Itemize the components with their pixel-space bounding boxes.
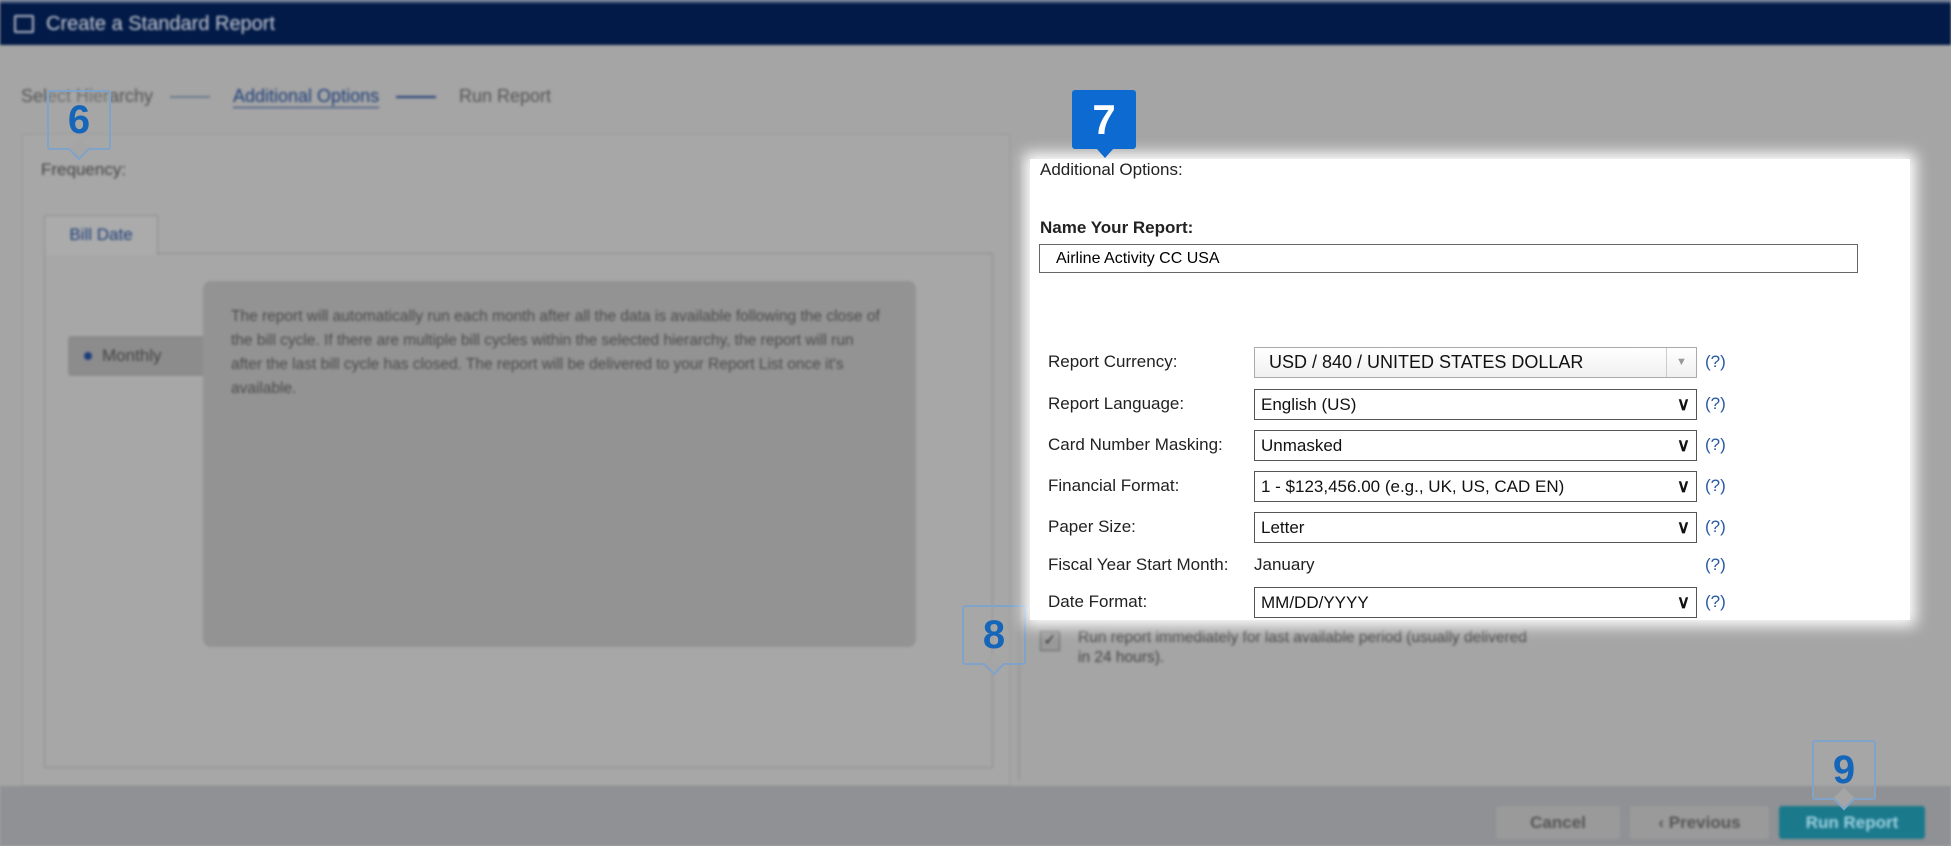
- callout-badge-9: 9: [1812, 740, 1876, 800]
- field-label: Date Format:: [1048, 592, 1148, 611]
- chevron-down-icon: ∨: [1676, 394, 1690, 414]
- divider: [1018, 160, 1020, 780]
- field-label: Financial Format:: [1048, 476, 1180, 495]
- step-arrow: [396, 96, 436, 98]
- field-label: Report Currency:: [1048, 352, 1178, 371]
- help-link[interactable]: (?): [1705, 555, 1726, 575]
- window-title: Create a Standard Report: [46, 13, 276, 35]
- additional-options-label: Additional Options:: [1040, 160, 1183, 179]
- name-report-label: Name Your Report:: [1040, 218, 1194, 237]
- help-link[interactable]: (?): [1705, 476, 1726, 496]
- step-arrow: [170, 96, 210, 98]
- field-label: Report Language:: [1048, 394, 1185, 413]
- select-value: MM/DD/YYYY: [1261, 593, 1369, 612]
- dropdown-arrow-icon: ▼: [1666, 348, 1696, 377]
- date-format-row: Date Format: MM/DD/YYYY ∨ (?): [1048, 587, 1748, 618]
- help-link[interactable]: (?): [1705, 435, 1726, 455]
- chevron-down-icon: ∨: [1676, 435, 1690, 455]
- radio-dot-icon: [84, 352, 92, 360]
- card-masking-select[interactable]: Unmasked ∨: [1254, 430, 1697, 461]
- frequency-info-tooltip: The report will automatically run each m…: [203, 281, 916, 647]
- select-value: Unmasked: [1261, 436, 1343, 455]
- cancel-button[interactable]: Cancel: [1496, 806, 1620, 839]
- select-value: Letter: [1261, 518, 1305, 537]
- chevron-down-icon: ∨: [1676, 476, 1690, 496]
- date-format-select[interactable]: MM/DD/YYYY ∨: [1254, 587, 1697, 618]
- report-currency-select[interactable]: USD / 840 / UNITED STATES DOLLAR ▼: [1254, 347, 1697, 378]
- field-label: Paper Size:: [1048, 517, 1136, 536]
- report-name-input[interactable]: Airline Activity CC USA: [1039, 244, 1858, 273]
- card-masking-row: Card Number Masking: Unmasked ∨ (?): [1048, 430, 1748, 461]
- callout-badge-8: 8: [962, 605, 1026, 665]
- help-link[interactable]: (?): [1705, 592, 1726, 612]
- callout-badge-6: 6: [47, 90, 111, 150]
- run-immediately-checkbox[interactable]: ✓: [1040, 631, 1060, 651]
- frequency-label: Frequency:: [41, 160, 127, 179]
- chevron-down-icon: ∨: [1676, 592, 1690, 612]
- window-titlebar: Create a Standard Report: [0, 0, 1951, 45]
- help-link[interactable]: (?): [1705, 352, 1726, 372]
- monthly-radio[interactable]: Monthly: [68, 336, 205, 376]
- report-icon: [14, 15, 34, 33]
- chevron-down-icon: ∨: [1676, 517, 1690, 537]
- financial-format-select[interactable]: 1 - $123,456.00 (e.g., UK, US, CAD EN) ∨: [1254, 471, 1697, 502]
- run-report-button[interactable]: Run Report: [1779, 806, 1925, 839]
- step-additional-options[interactable]: Additional Options: [233, 86, 380, 108]
- help-link[interactable]: (?): [1705, 394, 1726, 414]
- select-value: English (US): [1261, 395, 1357, 414]
- paper-size-row: Paper Size: Letter ∨ (?): [1048, 512, 1748, 543]
- select-value: USD / 840 / UNITED STATES DOLLAR: [1269, 352, 1584, 372]
- fiscal-year-row: Fiscal Year Start Month: January (?): [1048, 550, 1748, 581]
- report-language-row: Report Language: English (US) ∨ (?): [1048, 389, 1748, 420]
- financial-format-row: Financial Format: 1 - $123,456.00 (e.g.,…: [1048, 471, 1748, 502]
- field-label: Card Number Masking:: [1048, 435, 1223, 454]
- fiscal-year-value: January: [1254, 555, 1315, 574]
- previous-button[interactable]: ‹ Previous: [1630, 806, 1769, 839]
- report-language-select[interactable]: English (US) ∨: [1254, 389, 1697, 420]
- monthly-label: Monthly: [102, 346, 162, 365]
- help-link[interactable]: (?): [1705, 517, 1726, 537]
- select-value: 1 - $123,456.00 (e.g., UK, US, CAD EN): [1261, 477, 1565, 496]
- run-immediately-label: Run report immediately for last availabl…: [1078, 629, 1527, 666]
- report-currency-row: Report Currency: USD / 840 / UNITED STAT…: [1048, 347, 1748, 378]
- step-run-report[interactable]: Run Report: [459, 86, 551, 107]
- callout-badge-7: 7: [1072, 90, 1136, 158]
- tab-bill-date[interactable]: Bill Date: [44, 215, 158, 255]
- field-label: Fiscal Year Start Month:: [1048, 555, 1229, 574]
- paper-size-select[interactable]: Letter ∨: [1254, 512, 1697, 543]
